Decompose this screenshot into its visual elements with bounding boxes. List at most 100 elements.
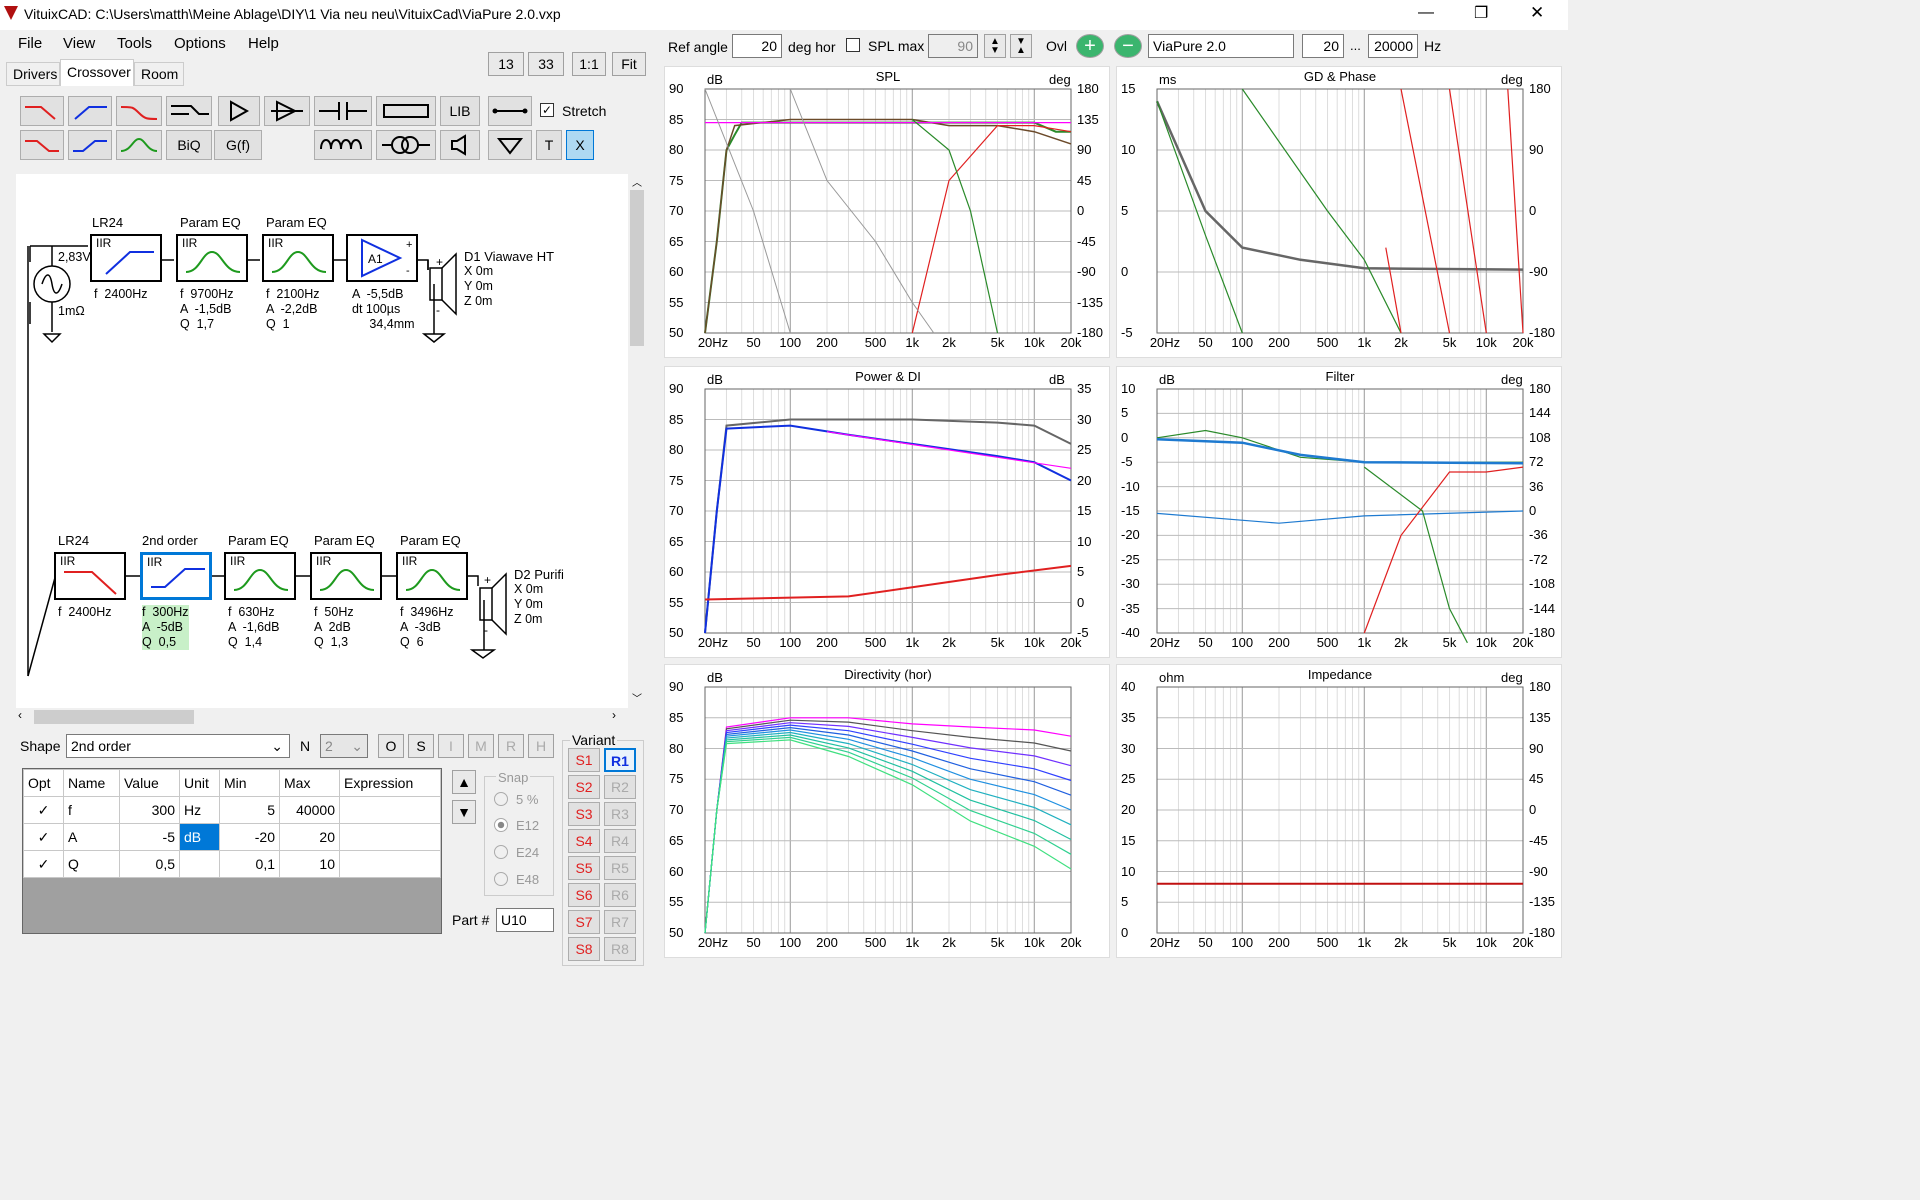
flag-r-button[interactable]: R <box>498 734 524 758</box>
inductor-tool[interactable] <box>314 130 372 160</box>
lowpass-2-tool[interactable] <box>20 130 64 160</box>
driver-tool[interactable] <box>440 130 480 160</box>
opt-checkbox[interactable]: ✓ <box>23 823 64 851</box>
n-select[interactable]: 2 ⌄ <box>320 734 368 758</box>
graph-gd-phase[interactable]: GD & Phase ms deg 15 10 5 0 -5 180 90 0 -90 -180 20Hz… <box>1116 66 1562 358</box>
b2-2nd-order-block[interactable]: IIR <box>140 552 212 600</box>
project-name-input[interactable]: ViaPure 2.0 <box>1148 34 1294 58</box>
b2-peq3-block[interactable]: IIR <box>396 552 468 600</box>
delete-tool[interactable]: X <box>566 130 594 160</box>
gain-tool[interactable] <box>218 96 260 126</box>
remove-overlay-button[interactable]: − <box>1114 34 1142 58</box>
flag-s-button[interactable]: S <box>408 734 434 758</box>
scroll-thumb[interactable] <box>630 190 644 346</box>
variant-s3-button[interactable]: S3 <box>568 802 600 826</box>
tab-drivers[interactable]: Drivers <box>6 62 60 86</box>
menu-options[interactable]: Options <box>174 35 226 52</box>
biquad-tool[interactable]: BiQ <box>166 130 212 160</box>
shape-select[interactable]: 2nd order ⌄ <box>66 734 290 758</box>
flag-i-button[interactable]: I <box>438 734 464 758</box>
graph-spl[interactable]: SPL dB deg 90 85 80 75 70 65 60 55 50 180 135 90 45 0 -45… <box>664 66 1110 358</box>
delay-tool[interactable] <box>264 96 310 126</box>
shelf-tool[interactable] <box>116 96 162 126</box>
scroll-down-icon[interactable]: ﹀ <box>632 690 642 705</box>
variant-s7-button[interactable]: S7 <box>568 910 600 934</box>
vertical-scrollbar[interactable]: ︿ ﹀ <box>628 174 646 708</box>
opt-checkbox[interactable]: ✓ <box>23 850 64 878</box>
variant-r4-button[interactable]: R4 <box>604 829 636 853</box>
scroll-left-icon[interactable]: ‹ <box>18 708 22 722</box>
table-row[interactable]: ✓ Q 0,5 0,1 10 <box>23 850 441 878</box>
variant-s4-button[interactable]: S4 <box>568 829 600 853</box>
snap-5pct-radio[interactable]: 5 % <box>516 792 538 807</box>
b1-gain-block[interactable]: A1 + - <box>346 234 418 282</box>
b2-peq2-block[interactable]: IIR <box>310 552 382 600</box>
variant-s1-button[interactable]: S1 <box>568 748 600 772</box>
ref-angle-input[interactable]: 20 <box>732 34 782 58</box>
snap-e48-radio[interactable]: E48 <box>516 872 539 887</box>
variant-s8-button[interactable]: S8 <box>568 937 600 961</box>
freq-low-input[interactable]: 20 <box>1302 34 1344 58</box>
scroll-thumb-h[interactable] <box>34 710 194 724</box>
menu-help[interactable]: Help <box>248 35 279 52</box>
menu-file[interactable]: File <box>18 35 42 52</box>
b2-lr24-block[interactable]: IIR <box>54 552 126 600</box>
graph-impedance[interactable]: Impedance ohm deg 40 35 30 25 20 15 10 5 0 180 135 90 4… <box>1116 664 1562 958</box>
graph-power-di[interactable]: Power & DI dB dB 90 85 80 75 70 65 60 55 50 35 30 25 20… <box>664 366 1110 658</box>
move-up-button[interactable]: ▲ <box>452 770 476 794</box>
ground-tool[interactable] <box>488 130 532 160</box>
lowpass-1-tool[interactable] <box>20 96 64 126</box>
tab-crossover[interactable]: Crossover <box>60 59 134 86</box>
horizontal-scrollbar[interactable]: ‹ › <box>16 708 628 726</box>
transformer-tool[interactable] <box>376 130 436 160</box>
schematic-canvas[interactable]: + - + - 2,83V 1mΩ LR24 IIR f 2400Hz Para… <box>16 174 628 708</box>
flag-m-button[interactable]: M <box>468 734 494 758</box>
variant-r5-button[interactable]: R5 <box>604 856 636 880</box>
b1-peq1-block[interactable]: IIR <box>176 234 248 282</box>
variant-r8-button[interactable]: R8 <box>604 937 636 961</box>
graph-directivity-hor[interactable]: Directivity (hor) dB 90 85 80 75 70 65 60 55 50 20H… <box>664 664 1110 958</box>
flag-h-button[interactable]: H <box>528 734 554 758</box>
move-down-button[interactable]: ▼ <box>452 800 476 824</box>
opt-checkbox[interactable]: ✓ <box>23 796 64 824</box>
menu-tools[interactable]: Tools <box>117 35 152 52</box>
snap-e24-radio[interactable]: E24 <box>516 845 539 860</box>
part-input[interactable]: U10 <box>496 908 554 932</box>
highpass-1-tool[interactable] <box>68 96 112 126</box>
close-button[interactable]: ✕ <box>1530 3 1544 23</box>
spl-max-input[interactable]: 90 <box>928 34 978 58</box>
zoom-13-button[interactable]: 13 <box>488 52 524 76</box>
table-row[interactable]: ✓ A -5 dB -20 20 <box>23 823 441 851</box>
variant-r3-button[interactable]: R3 <box>604 802 636 826</box>
b2-peq1-block[interactable]: IIR <box>224 552 296 600</box>
graph-filter[interactable]: Filter dB deg 10 5 0 -5 -10 -15 -20 -25 -30 -35 -40 18… <box>1116 366 1562 658</box>
spl-fit-button[interactable]: ▼ ▲ <box>1010 34 1032 58</box>
flag-o-button[interactable]: O <box>378 734 404 758</box>
freq-high-input[interactable]: 20000 <box>1368 34 1418 58</box>
tab-room[interactable]: Room <box>134 62 184 86</box>
zoom-1to1-button[interactable]: 1:1 <box>572 52 606 76</box>
scroll-right-icon[interactable]: › <box>612 708 616 722</box>
highpass-2-tool[interactable] <box>68 130 112 160</box>
b1-lr24-block[interactable]: IIR <box>90 234 162 282</box>
wire-tool[interactable] <box>488 96 532 126</box>
snap-e12-radio[interactable]: E12 <box>516 818 539 833</box>
b1-peq2-block[interactable]: IIR <box>262 234 334 282</box>
spl-step-button[interactable]: ▲ ▼ <box>984 34 1006 58</box>
value-cell[interactable]: -5 <box>119 823 180 851</box>
capacitor-tool[interactable] <box>314 96 372 126</box>
variant-s5-button[interactable]: S5 <box>568 856 600 880</box>
peq-tool[interactable] <box>116 130 162 160</box>
notch-tool[interactable] <box>166 96 212 126</box>
variant-s6-button[interactable]: S6 <box>568 883 600 907</box>
library-tool[interactable]: LIB <box>440 96 480 126</box>
variant-r1-button[interactable]: R1 <box>604 748 636 772</box>
variant-r2-button[interactable]: R2 <box>604 775 636 799</box>
minimize-button[interactable]: — <box>1418 4 1434 22</box>
gf-tool[interactable]: G(f) <box>214 130 262 160</box>
variant-s2-button[interactable]: S2 <box>568 775 600 799</box>
variant-r7-button[interactable]: R7 <box>604 910 636 934</box>
value-cell[interactable]: 0,5 <box>119 850 180 878</box>
stretch-checkbox[interactable]: ✓ <box>540 103 554 117</box>
value-cell[interactable]: 300 <box>119 796 180 824</box>
